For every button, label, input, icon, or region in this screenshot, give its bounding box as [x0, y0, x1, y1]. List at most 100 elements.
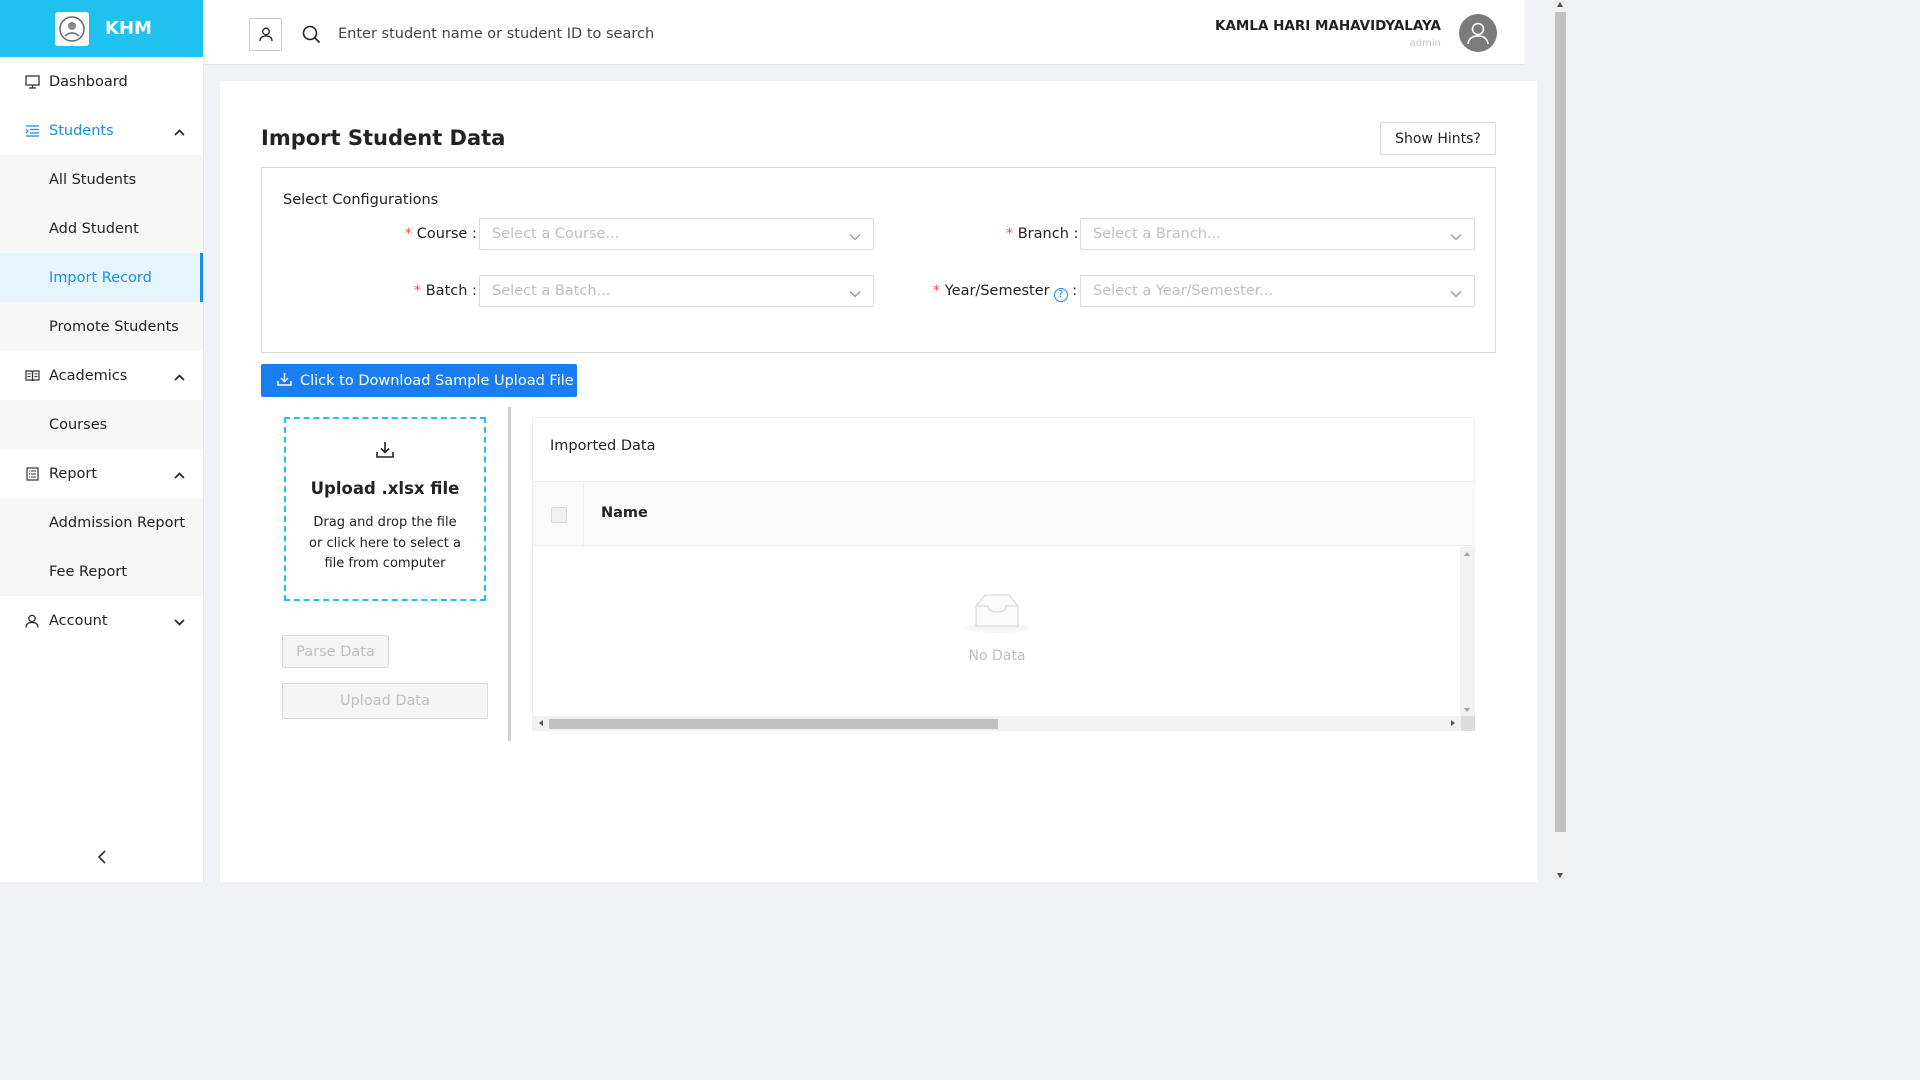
download-sample-label: Click to Download Sample Upload File [300, 372, 574, 389]
chevron-down-icon [849, 229, 861, 245]
sidebar-item-import-record[interactable]: Import Record [0, 253, 203, 302]
branch-select[interactable]: Select a Branch... [1080, 218, 1475, 250]
avatar-icon [1460, 15, 1496, 51]
sidebar-item-add-student[interactable]: Add Student [0, 204, 203, 253]
sidebar-item-label: Dashboard [49, 73, 128, 90]
column-separator [583, 482, 584, 547]
table-header: Name [533, 481, 1475, 547]
book-icon [24, 368, 40, 384]
empty-text: No Data [968, 648, 1026, 664]
org-name: KAMLA HARI MAHAVIDYALAYA [1215, 18, 1441, 34]
scroll-up-arrow-icon[interactable] [1464, 552, 1470, 556]
chevron-left-icon[interactable] [94, 849, 110, 865]
page-scrollbar[interactable] [1553, 0, 1568, 882]
main-content: Import Student Data Show Hints? Select C… [220, 81, 1537, 882]
file-dropzone[interactable]: Upload .xlsx file Drag and drop the file… [284, 417, 486, 601]
sidebar-item-label: Report [49, 465, 98, 482]
required-marker: * [932, 283, 941, 299]
course-label: * Course : [404, 226, 477, 242]
batch-label-text: Batch [425, 283, 468, 299]
column-header-name[interactable]: Name [601, 505, 648, 521]
download-icon [277, 372, 292, 390]
upload-icon [375, 441, 395, 463]
show-hints-button[interactable]: Show Hints? [1380, 122, 1496, 155]
download-sample-button[interactable]: Click to Download Sample Upload File [261, 364, 577, 397]
sidebar-item-label: Account [49, 612, 108, 629]
avatar[interactable] [1459, 14, 1497, 52]
dropzone-title: Upload .xlsx file [310, 479, 460, 498]
sidebar-item-courses[interactable]: Courses [0, 400, 203, 449]
select-all-checkbox[interactable] [551, 507, 567, 523]
scrollbar-thumb[interactable] [1555, 12, 1566, 832]
scroll-left-arrow-icon[interactable] [539, 720, 543, 726]
branch-placeholder: Select a Branch... [1093, 226, 1221, 242]
table-horizontal-scrollbar[interactable] [533, 716, 1475, 731]
top-header: KAMLA HARI MAHAVIDYALAYA admin [204, 0, 1525, 65]
sidebar-item-admission-report[interactable]: Addmission Report [0, 498, 203, 547]
profile-button[interactable] [249, 18, 282, 51]
required-marker: * [1005, 226, 1014, 242]
sidebar-item-academics[interactable]: Academics [0, 351, 203, 400]
imported-data-table: Imported Data Name No Data [532, 417, 1475, 731]
scroll-up-arrow-icon[interactable] [1557, 2, 1563, 7]
sidebar-item-account[interactable]: Account [0, 596, 203, 645]
dropzone-text: Drag and drop the file or click here to … [309, 515, 461, 571]
batch-select[interactable]: Select a Batch... [479, 275, 874, 307]
sidebar-item-dashboard[interactable]: Dashboard [0, 57, 203, 106]
scrollbar-corner [1461, 716, 1475, 731]
brand[interactable]: KHM [0, 0, 203, 57]
chevron-down-icon [1450, 286, 1462, 302]
sidebar-item-students[interactable]: Students [0, 106, 203, 155]
user-role: admin [1409, 38, 1441, 49]
empty-state: No Data [533, 590, 1461, 664]
scrollbar-thumb[interactable] [549, 719, 998, 729]
sidebar-item-fee-report[interactable]: Fee Report [0, 547, 203, 596]
table-title: Imported Data [550, 438, 656, 454]
logo [55, 11, 89, 46]
chevron-up-icon [174, 124, 185, 140]
chevron-down-icon [849, 286, 861, 302]
batch-placeholder: Select a Batch... [492, 283, 611, 299]
report-icon [24, 466, 40, 482]
chevron-down-icon [1450, 229, 1462, 245]
table-vertical-scrollbar[interactable] [1460, 547, 1474, 717]
sidebar-item-promote-students[interactable]: Promote Students [0, 302, 203, 351]
upload-data-button[interactable]: Upload Data [282, 683, 488, 719]
help-icon[interactable]: ? [1053, 287, 1068, 302]
scroll-right-arrow-icon[interactable] [1451, 720, 1455, 726]
branch-label: * Branch : [1005, 226, 1079, 242]
parse-data-button[interactable]: Parse Data [282, 635, 389, 668]
year-semester-select[interactable]: Select a Year/Semester... [1080, 275, 1475, 307]
students-submenu: All Students Add Student Import Record P… [0, 155, 203, 351]
sidebar: KHM Dashboard Students All Students Add … [0, 0, 204, 882]
branch-label-text: Branch [1017, 226, 1069, 242]
chevron-down-icon [174, 614, 185, 630]
course-select[interactable]: Select a Course... [479, 218, 874, 250]
scroll-down-arrow-icon[interactable] [1464, 708, 1470, 712]
scroll-down-arrow-icon[interactable] [1557, 873, 1563, 878]
course-label-text: Course [416, 226, 468, 242]
year-semester-label: * Year/Semester? : [932, 283, 1078, 302]
batch-label: * Batch : [413, 283, 477, 299]
user-icon [258, 27, 273, 42]
sidebar-item-report[interactable]: Report [0, 449, 203, 498]
sidebar-item-label: Academics [49, 367, 128, 384]
required-marker: * [404, 226, 413, 242]
monitor-icon [24, 74, 40, 90]
inbox-icon [964, 590, 1030, 638]
page-title: Import Student Data [261, 126, 506, 150]
vertical-divider [508, 407, 511, 741]
required-marker: * [413, 283, 422, 299]
year-semester-label-text: Year/Semester [944, 283, 1050, 299]
sidebar-item-label: Students [49, 122, 114, 139]
course-placeholder: Select a Course... [492, 226, 620, 242]
list-icon [24, 123, 40, 139]
search-icon[interactable] [302, 25, 321, 48]
brand-name: KHM [105, 18, 152, 39]
sidebar-item-all-students[interactable]: All Students [0, 155, 203, 204]
search-input[interactable] [338, 20, 938, 48]
year-semester-placeholder: Select a Year/Semester... [1093, 283, 1274, 299]
academics-submenu: Courses [0, 400, 203, 449]
chevron-up-icon [174, 369, 185, 385]
user-icon [24, 613, 40, 629]
